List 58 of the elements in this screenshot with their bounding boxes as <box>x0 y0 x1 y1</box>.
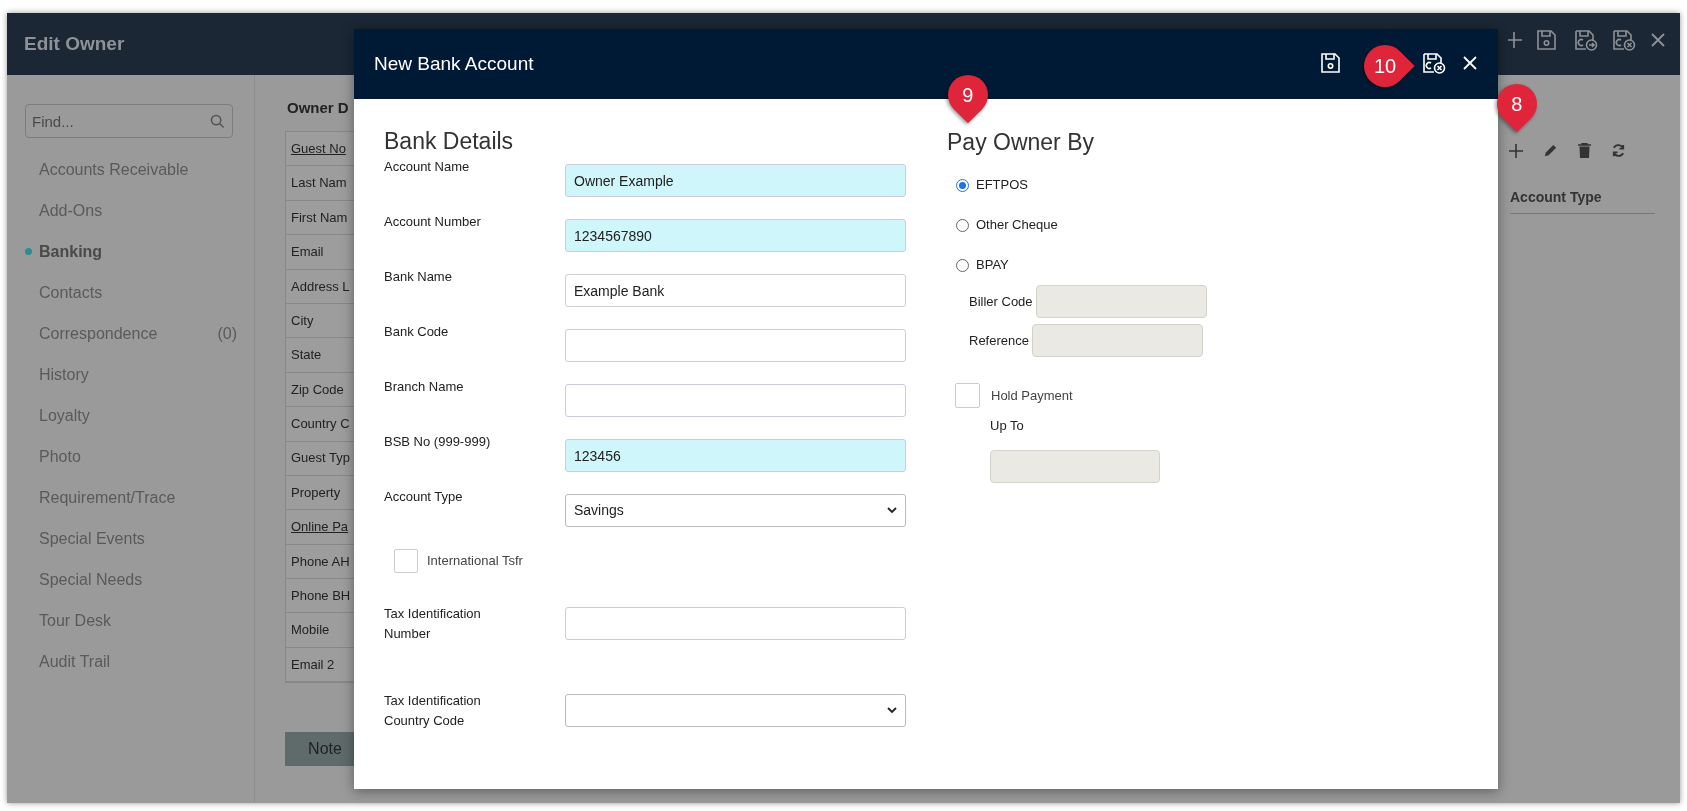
input-field[interactable] <box>565 329 906 362</box>
checkbox-label: International Tsfr <box>427 552 523 571</box>
field-label: Biller Code <box>969 292 1033 311</box>
sidebar-item[interactable]: Photo <box>39 444 81 469</box>
radio-label: BPAY <box>976 256 1009 275</box>
sidebar-item[interactable]: Accounts Receivable <box>39 157 189 182</box>
panel-title: Owner D <box>287 98 349 118</box>
input-field[interactable]: Example Bank <box>565 274 906 307</box>
chevron-icon <box>887 507 897 514</box>
field-label: BSB No (999-999) <box>384 433 492 451</box>
sidebar-item[interactable]: Banking <box>39 239 103 264</box>
save-and-close-icon[interactable] <box>1422 52 1446 74</box>
search-icon <box>210 114 225 129</box>
checkbox-label: Hold Payment <box>991 386 1073 405</box>
checkbox[interactable] <box>955 383 980 408</box>
sidebar-item[interactable]: Audit Trail <box>39 649 111 674</box>
radio-label: EFTPOS <box>976 176 1028 195</box>
field-label: Bank Name <box>384 268 453 286</box>
field-label: Reference <box>969 331 1029 350</box>
sidebar-item[interactable]: Special Needs <box>39 567 143 592</box>
add-icon[interactable] <box>1509 143 1523 158</box>
save-and-next-icon[interactable] <box>1574 29 1598 51</box>
refresh-icon[interactable] <box>1611 143 1626 158</box>
section-heading: Pay Owner By <box>947 128 1095 157</box>
checkbox[interactable] <box>394 549 418 573</box>
item-count: (0) <box>217 323 237 344</box>
input-field[interactable]: Owner Example <box>565 164 906 197</box>
field-label: Tax Identification Number <box>384 604 482 643</box>
sidebar-item[interactable]: Correspondence <box>39 321 158 346</box>
sidebar-item[interactable]: Special Events <box>39 526 145 551</box>
field-label: Account Type <box>384 488 464 506</box>
field-label: Account Name <box>384 158 471 176</box>
sidebar-item[interactable]: Tour Desk <box>39 608 112 633</box>
add-icon[interactable] <box>1506 31 1522 49</box>
edit-icon[interactable] <box>1543 143 1558 158</box>
radio-label: Other Cheque <box>976 216 1058 235</box>
sidebar-item[interactable]: Contacts <box>39 280 103 305</box>
sidebar-item[interactable]: History <box>39 362 89 387</box>
field-label: Up To <box>990 417 1025 435</box>
delete-icon[interactable] <box>1578 143 1591 158</box>
field-label: Account Number <box>384 213 482 231</box>
app-title: Edit Owner <box>24 31 125 56</box>
sidebar-item[interactable]: Loyalty <box>39 403 90 428</box>
field-label: Branch Name <box>384 378 465 396</box>
input-field[interactable] <box>565 607 906 640</box>
sidebar-item[interactable]: Add-Ons <box>39 198 103 223</box>
column-header: Account Type <box>1510 189 1602 205</box>
section-heading: Bank Details <box>384 127 515 156</box>
chevron-icon <box>887 707 897 714</box>
field-label: Tax Identification Country Code <box>384 691 482 730</box>
input-field[interactable]: 123456 <box>565 439 906 472</box>
search-field[interactable]: Find... <box>25 104 233 138</box>
input-field[interactable]: 1234567890 <box>565 219 906 252</box>
field-label: Bank Code <box>384 323 450 341</box>
dropdown[interactable]: Savings <box>565 494 906 527</box>
sidebar-item[interactable]: Requirement/Trace <box>39 485 176 510</box>
input-field[interactable] <box>565 384 906 417</box>
dialog-title: New Bank Account <box>374 51 534 76</box>
